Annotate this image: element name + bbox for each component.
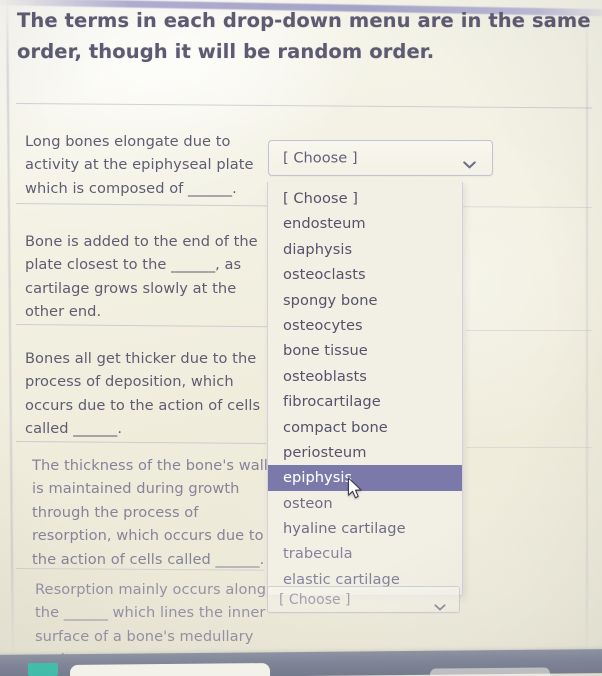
dropdown-option-list[interactable]: [ Choose ] endosteum diaphysis osteoclas… [267, 182, 463, 597]
option-item[interactable]: spongy bone [268, 288, 462, 313]
option-item[interactable]: osteoblasts [268, 364, 462, 389]
dropdown-question-1-value: [ Choose ] [283, 149, 358, 167]
option-item[interactable]: trabecula [268, 541, 462, 566]
question-1-text: Long bones elongate due to activity at t… [25, 133, 254, 197]
dropdown-question-5-value: [ Choose ] [279, 591, 351, 608]
divider-3-right [466, 330, 592, 331]
question-4-text: The thickness of the bone's wall is main… [32, 457, 268, 568]
chevron-down-icon [463, 154, 476, 169]
question-2-text: Bone is added to the end of the plate cl… [25, 233, 258, 321]
option-item[interactable]: periosteum [268, 440, 462, 465]
option-item-selected[interactable]: epiphysis [268, 465, 462, 491]
divider-4-right [466, 447, 592, 448]
option-item[interactable]: osteocytes [268, 313, 462, 338]
option-item[interactable]: endosteum [268, 211, 462, 236]
instruction-headline: The terms in each drop-down menu are in … [17, 9, 591, 63]
device-band-tile-secondary [429, 667, 551, 676]
option-item[interactable]: [ Choose ] [268, 186, 462, 211]
dropdown-question-5[interactable]: [ Choose ] [267, 586, 460, 613]
device-band-tile [69, 663, 271, 676]
page-right-edge [586, 0, 588, 655]
option-item[interactable]: diaphysis [268, 237, 462, 262]
question-3-text: Bones all get thicker due to the process… [25, 350, 261, 438]
option-item[interactable]: osteon [268, 491, 462, 516]
option-item[interactable]: fibrocartilage [268, 389, 462, 414]
quiz-screenshot: The terms in each drop-down menu are in … [0, 0, 602, 676]
option-item[interactable]: hyaline cartilage [268, 516, 462, 541]
dropdown-question-1[interactable]: [ Choose ] [268, 140, 493, 176]
option-item[interactable]: compact bone [268, 415, 462, 440]
chevron-down-icon [434, 596, 447, 610]
device-band-teal-marker [27, 662, 59, 676]
option-item[interactable]: osteoclasts [268, 262, 462, 287]
option-item[interactable]: bone tissue [268, 338, 462, 363]
